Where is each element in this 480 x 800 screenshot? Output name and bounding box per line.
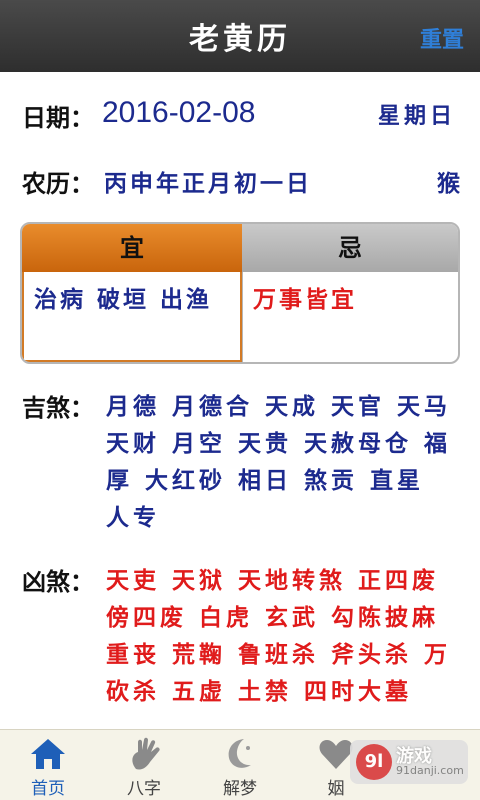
lunar-date-value: 丙申年正月初一日 [104,170,312,197]
hand-icon [132,737,160,770]
moon-icon [228,739,251,768]
yi-ji-table: 宜 忌 治病 破垣 出渔 万事皆宜 [20,222,460,364]
weekday-value: 星期日 [377,103,456,129]
reset-button[interactable]: 重置 [420,22,464,54]
tab-bazi[interactable]: 八字 [96,730,192,800]
watermark-url: 91danji.com [396,764,464,777]
ji-shen-text: 月德 月德合 天成 天官 天马 天财 月空 天贵 天赦母仓 福厚 大红砂 相日 … [106,393,452,531]
yi-header: 宜 [22,224,242,272]
yi-items: 治病 破垣 出渔 [22,272,242,362]
date-row[interactable]: 日期： 2016-02-08 星期日 [22,96,460,134]
tab-home[interactable]: 首页 [0,730,96,800]
tab-home-label: 首页 [31,779,65,799]
zodiac-value: 猴 [437,170,460,197]
page-title: 老黄历 [189,22,291,57]
ji-items: 万事皆宜 [242,272,458,362]
ji-shen-label: 吉煞： [22,394,94,422]
xiong-sha-row: 凶煞： 天吏 天狱 天地转煞 正四废 傍四废 白虎 玄武 勾陈披麻 重丧 荒鞠 … [22,562,460,727]
watermark-mark: 9l [356,744,392,780]
lunar-label: 农历： [22,170,94,198]
date-label: 日期： [22,104,94,132]
lunar-row: 农历： 丙申年正月初一日 猴 [22,164,460,200]
ji-shen-row: 吉煞： 月德 月德合 天成 天官 天马 天财 月空 天贵 天赦母仓 福厚 大红砂… [22,388,460,538]
tab-dream-label: 解梦 [223,779,257,799]
bottom-tab-bar: 首页 八字 解梦 姻 9l 游戏 91danji.com [0,729,480,800]
tab-dream[interactable]: 解梦 [192,730,288,800]
date-value[interactable]: 2016-02-08 [102,96,255,130]
xiong-sha-label: 凶煞： [22,568,94,596]
app-header: 老黄历 重置 [0,0,480,72]
xiong-sha-text: 天吏 天狱 天地转煞 正四废 傍四废 白虎 玄武 勾陈披麻 重丧 荒鞠 鲁班杀 … [106,567,452,705]
tab-bazi-label: 八字 [127,779,161,799]
watermark-logo: 9l 游戏 91danji.com [350,740,468,784]
ji-header: 忌 [242,224,458,272]
home-icon [31,739,65,769]
